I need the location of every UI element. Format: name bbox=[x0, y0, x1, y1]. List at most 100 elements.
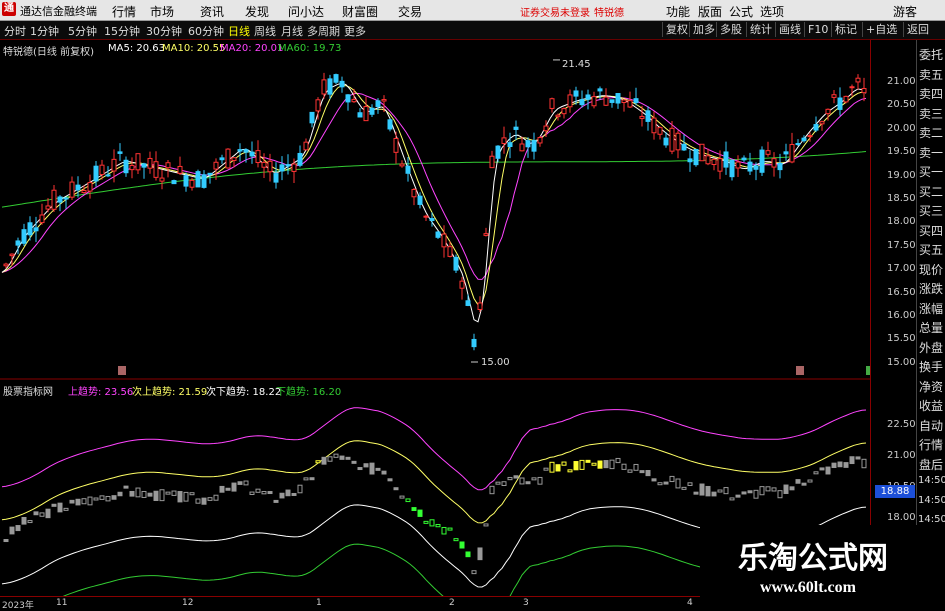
side-item[interactable]: 卖三 bbox=[919, 105, 945, 122]
indicator-bar bbox=[789, 486, 795, 491]
indicator-bar bbox=[771, 487, 777, 492]
menu-shichang[interactable]: 市场 bbox=[150, 3, 174, 20]
menu-caifuquan[interactable]: 财富圈 bbox=[342, 3, 378, 20]
tf-fenshi[interactable]: 分时 bbox=[4, 23, 26, 39]
menu-gongneng[interactable]: 功能 bbox=[666, 3, 690, 20]
indicator-bar bbox=[87, 496, 93, 506]
tf-60min[interactable]: 60分钟 bbox=[188, 23, 224, 39]
btn-zixuan[interactable]: +自选 bbox=[862, 22, 900, 37]
btn-huaxian[interactable]: 画线 bbox=[775, 22, 804, 37]
candle-body bbox=[687, 158, 693, 163]
candle-body bbox=[453, 256, 459, 271]
tf-monthly[interactable]: 月线 bbox=[281, 23, 303, 39]
side-item[interactable]: 换手 bbox=[919, 358, 945, 375]
menu-youke[interactable]: 游客 bbox=[893, 3, 917, 20]
tf-daily[interactable]: 日线 bbox=[228, 23, 250, 39]
side-item[interactable]: 现价 bbox=[919, 261, 945, 278]
price-tick: 19.50 bbox=[887, 146, 916, 158]
menu-banmian[interactable]: 版面 bbox=[698, 3, 722, 20]
indicator-bar bbox=[735, 494, 741, 498]
tf-weekly[interactable]: 周线 bbox=[254, 23, 276, 39]
side-item[interactable]: 涨跌 bbox=[919, 280, 945, 297]
menu-jiaoyi[interactable]: 交易 bbox=[398, 3, 422, 20]
side-item[interactable]: 14:50 bbox=[918, 475, 945, 486]
kline-chart-svg[interactable] bbox=[0, 40, 874, 380]
indicator-bar bbox=[75, 498, 81, 506]
side-item[interactable]: 自动 bbox=[919, 417, 945, 434]
candle-body bbox=[459, 280, 465, 289]
candle-body bbox=[33, 227, 39, 232]
side-item[interactable]: 卖一 bbox=[919, 144, 945, 161]
tf-15min[interactable]: 15分钟 bbox=[104, 23, 140, 39]
btn-tongji[interactable]: 统计 bbox=[746, 22, 775, 37]
side-item[interactable]: 委托 bbox=[919, 46, 945, 63]
candle-body bbox=[801, 137, 807, 142]
kline-chart-pane[interactable]: 特锐德(日线 前复权) MA5: 20.63 MA10: 20.55 MA20:… bbox=[0, 40, 874, 380]
candle-body bbox=[15, 240, 21, 246]
candle-body bbox=[771, 158, 777, 168]
menu-xuanxiang[interactable]: 选项 bbox=[760, 3, 784, 20]
indicator-bar bbox=[15, 525, 21, 532]
menu-faxian[interactable]: 发现 bbox=[245, 3, 269, 20]
side-item[interactable]: 总量 bbox=[919, 319, 945, 336]
candle-body bbox=[447, 246, 453, 257]
menu-zixun[interactable]: 资讯 bbox=[200, 3, 224, 20]
btn-f10[interactable]: F10 bbox=[804, 22, 831, 37]
event-marker-icon[interactable] bbox=[796, 366, 804, 375]
side-item[interactable]: 卖二 bbox=[919, 124, 945, 141]
menu-gongshi[interactable]: 公式 bbox=[729, 3, 753, 20]
tf-30min[interactable]: 30分钟 bbox=[146, 23, 182, 39]
indicator-bar bbox=[693, 491, 699, 495]
indicator-bar bbox=[855, 456, 861, 460]
candle-body bbox=[639, 115, 645, 119]
side-item[interactable]: 盘后 bbox=[919, 456, 945, 473]
side-item[interactable]: 买三 bbox=[919, 202, 945, 219]
candle-body bbox=[603, 96, 609, 106]
candle-body bbox=[201, 174, 207, 188]
btn-duogu[interactable]: 多股 bbox=[716, 22, 745, 37]
btn-fanhui[interactable]: 返回 bbox=[903, 22, 932, 37]
side-item[interactable]: 行情 bbox=[919, 436, 945, 453]
date-label-nov: 11 bbox=[56, 598, 68, 608]
btn-biaoji[interactable]: 标记 bbox=[831, 22, 860, 37]
btn-jiaduo[interactable]: 加多 bbox=[689, 22, 718, 37]
side-item[interactable]: 买二 bbox=[919, 183, 945, 200]
indicator-bar bbox=[813, 471, 819, 475]
menu-hangqing[interactable]: 行情 bbox=[112, 3, 136, 20]
candle-body bbox=[531, 140, 537, 152]
stock-short-name: 特锐德 bbox=[594, 8, 624, 19]
side-item[interactable]: 买一 bbox=[919, 163, 945, 180]
side-item[interactable]: 外盘 bbox=[919, 339, 945, 356]
side-item[interactable]: 14:50 bbox=[918, 514, 945, 525]
candle-body bbox=[291, 163, 297, 172]
side-item[interactable]: 卖四 bbox=[919, 85, 945, 102]
tf-5min[interactable]: 5分钟 bbox=[68, 23, 97, 39]
candle-body bbox=[663, 137, 669, 146]
indicator-bar bbox=[465, 551, 471, 558]
side-item[interactable]: 买四 bbox=[919, 222, 945, 239]
date-label-mar: 3 bbox=[523, 598, 529, 608]
candle-body bbox=[471, 338, 477, 348]
indicator-bar bbox=[183, 491, 189, 502]
side-item[interactable]: 卖五 bbox=[919, 66, 945, 83]
btn-fuquan[interactable]: 复权 bbox=[662, 22, 691, 37]
watermark-title: 乐淘公式网 bbox=[738, 541, 888, 576]
side-item[interactable]: 买五 bbox=[919, 241, 945, 258]
side-item[interactable]: 14:50 bbox=[918, 495, 945, 506]
ma20-line bbox=[1, 92, 867, 280]
side-item[interactable]: 收益 bbox=[919, 397, 945, 414]
side-item[interactable]: 净资 bbox=[919, 378, 945, 395]
candle-body bbox=[585, 94, 591, 100]
login-notice[interactable]: 证券交易未登录 bbox=[520, 4, 590, 19]
tf-more[interactable]: 更多 bbox=[344, 23, 366, 39]
tf-1min[interactable]: 1分钟 bbox=[30, 23, 59, 39]
tf-multi[interactable]: 多周期 bbox=[307, 23, 340, 39]
indicator-bar bbox=[471, 570, 477, 575]
event-marker-icon[interactable] bbox=[118, 366, 126, 375]
indicator-bar bbox=[861, 458, 867, 469]
indicator-bar bbox=[729, 497, 735, 501]
indicator-bar bbox=[639, 470, 645, 474]
indicator-bar bbox=[645, 470, 651, 477]
menu-wenxiaoda[interactable]: 问小达 bbox=[288, 3, 324, 20]
side-item[interactable]: 涨幅 bbox=[919, 300, 945, 317]
